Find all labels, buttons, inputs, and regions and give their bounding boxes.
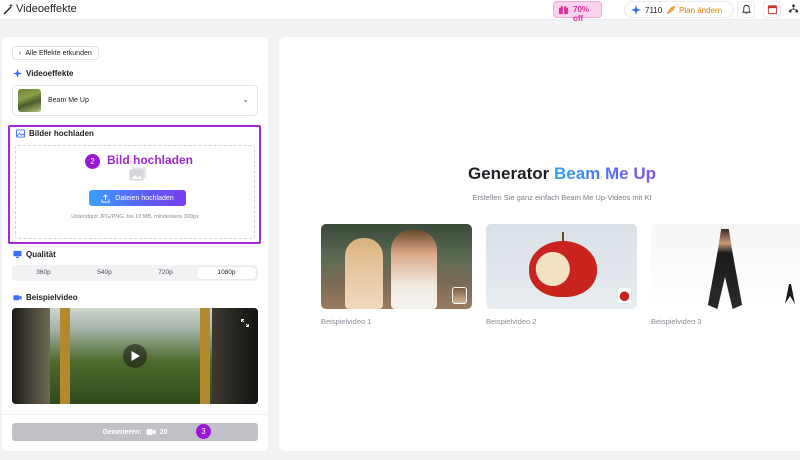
- chevron-down-icon: ⌄: [242, 95, 249, 104]
- sample-thumbnail-3: [651, 224, 800, 309]
- gift-icon: [558, 5, 569, 15]
- settings-panel: ‹ Alle Effekte erkunden Videoeffekte Bea…: [2, 37, 268, 451]
- quality-section-label: Qualität: [26, 250, 56, 259]
- sparkle-icon: [631, 5, 641, 15]
- upload-icon: [101, 193, 110, 203]
- bell-icon: [741, 4, 752, 14]
- sample-card-3[interactable]: Beispielvideo 3: [651, 224, 800, 326]
- video-camera-icon: [146, 429, 156, 435]
- upload-section-label: Bilder hochladen: [29, 129, 94, 138]
- effect-select[interactable]: Beam Me Up ⌄: [12, 85, 258, 116]
- sample-thumbnail-1: [321, 224, 472, 309]
- quality-selector: 360p 540p 720p 1080p: [12, 265, 258, 281]
- notifications-button[interactable]: [737, 1, 755, 18]
- upload-files-button[interactable]: Dateien hochladen: [89, 190, 186, 206]
- quality-option-720p[interactable]: 720p: [136, 267, 195, 279]
- generator-heading: Generator Beam Me Up: [279, 164, 800, 184]
- upload-section: Bilder hochladen 2 Bild hochladen Dateie…: [8, 125, 261, 244]
- selected-effect: Beam Me Up: [48, 97, 89, 104]
- sample-card-2[interactable]: Beispielvideo 2: [486, 224, 637, 326]
- explore-effects-label: Alle Effekte erkunden: [25, 49, 92, 57]
- sample-card-1[interactable]: Beispielvideo 1: [321, 224, 472, 326]
- upload-files-label: Dateien hochladen: [115, 194, 174, 202]
- sample-section-title: Beispielvideo: [13, 293, 78, 302]
- image-placeholder-icon: [129, 167, 146, 181]
- fullscreen-button[interactable]: [238, 316, 252, 330]
- calendar-icon: [767, 5, 778, 15]
- effect-thumbnail: [18, 89, 41, 112]
- quality-option-360p[interactable]: 360p: [14, 267, 73, 279]
- heading-prefix: Generator: [467, 164, 550, 183]
- sample-video-shade-left: [12, 308, 50, 404]
- credits-and-plan[interactable]: 7110 Plan ändern: [624, 1, 734, 18]
- sample-caption-2: Beispielvideo 2: [486, 317, 537, 326]
- generate-area: Generieren: 20 3: [2, 414, 268, 451]
- generate-button[interactable]: Generieren: 20: [12, 423, 258, 441]
- play-button[interactable]: [123, 344, 147, 368]
- step-badge-3: 3: [196, 424, 211, 439]
- sample-section-label: Beispielvideo: [26, 293, 78, 302]
- promo-badge[interactable]: 70% off: [553, 1, 602, 23]
- upload-title: Bild hochladen: [107, 153, 194, 167]
- quality-section-title: Qualität: [13, 250, 56, 259]
- sample-caption-3: Beispielvideo 3: [651, 317, 702, 326]
- effects-section-label: Videoeffekte: [26, 69, 74, 78]
- app-title: Videoeffekte: [16, 3, 77, 15]
- play-icon: [131, 351, 140, 361]
- monitor-icon: [13, 250, 22, 259]
- sample-1-person-right: [391, 230, 437, 309]
- generate-label: Generieren:: [102, 428, 142, 436]
- sample-thumbnail-2: [486, 224, 637, 309]
- generate-cost: 20: [159, 428, 168, 436]
- step-badge-2: 2: [85, 154, 100, 169]
- effects-section-title: Videoeffekte: [13, 69, 73, 78]
- top-bar: Videoeffekte 70% off 7110 Plan ändern: [0, 0, 800, 23]
- sample-1-person-left: [345, 238, 383, 309]
- sample-3-small-figure: [785, 284, 795, 304]
- expand-icon: [241, 319, 249, 327]
- upload-section-title: Bilder hochladen: [16, 129, 94, 138]
- rocket-icon: [666, 6, 675, 15]
- sample-caption-1: Beispielvideo 1: [321, 317, 372, 326]
- calendar-button[interactable]: [763, 1, 781, 18]
- image-icon: [16, 129, 25, 138]
- network-icon: [788, 4, 799, 13]
- sample-video-player[interactable]: [12, 308, 258, 404]
- sample-2-apple: [529, 241, 597, 297]
- change-plan-link[interactable]: Plan ändern: [679, 6, 722, 15]
- quality-option-1080p[interactable]: 1080p: [197, 267, 256, 279]
- credits-count: 7110: [645, 6, 663, 15]
- chevron-left-icon: ‹: [19, 49, 22, 57]
- sample-3-dancer: [707, 229, 743, 309]
- magic-wand-icon: [3, 3, 13, 15]
- preview-panel: Generator Beam Me Up Erstellen Sie ganz …: [279, 37, 800, 451]
- heading-accent: Beam Me Up: [553, 164, 656, 183]
- upload-hint: Unterstützt JPG/PNG, bis 10 MB, mindeste…: [71, 214, 199, 220]
- video-camera-icon: [13, 295, 22, 301]
- promo-label: 70% off: [573, 5, 590, 23]
- sparkle-icon: [13, 69, 22, 78]
- sample-2-source-image: [617, 287, 632, 304]
- generator-subheading: Erstellen Sie ganz einfach Beam Me Up-Vi…: [472, 193, 652, 202]
- quality-option-540p[interactable]: 540p: [75, 267, 134, 279]
- account-menu-button[interactable]: [788, 1, 800, 18]
- sample-1-source-image: [452, 287, 467, 304]
- upload-dropzone[interactable]: 2 Bild hochladen Dateien hochladen Unter…: [15, 145, 255, 239]
- explore-effects-button[interactable]: ‹ Alle Effekte erkunden: [12, 46, 99, 60]
